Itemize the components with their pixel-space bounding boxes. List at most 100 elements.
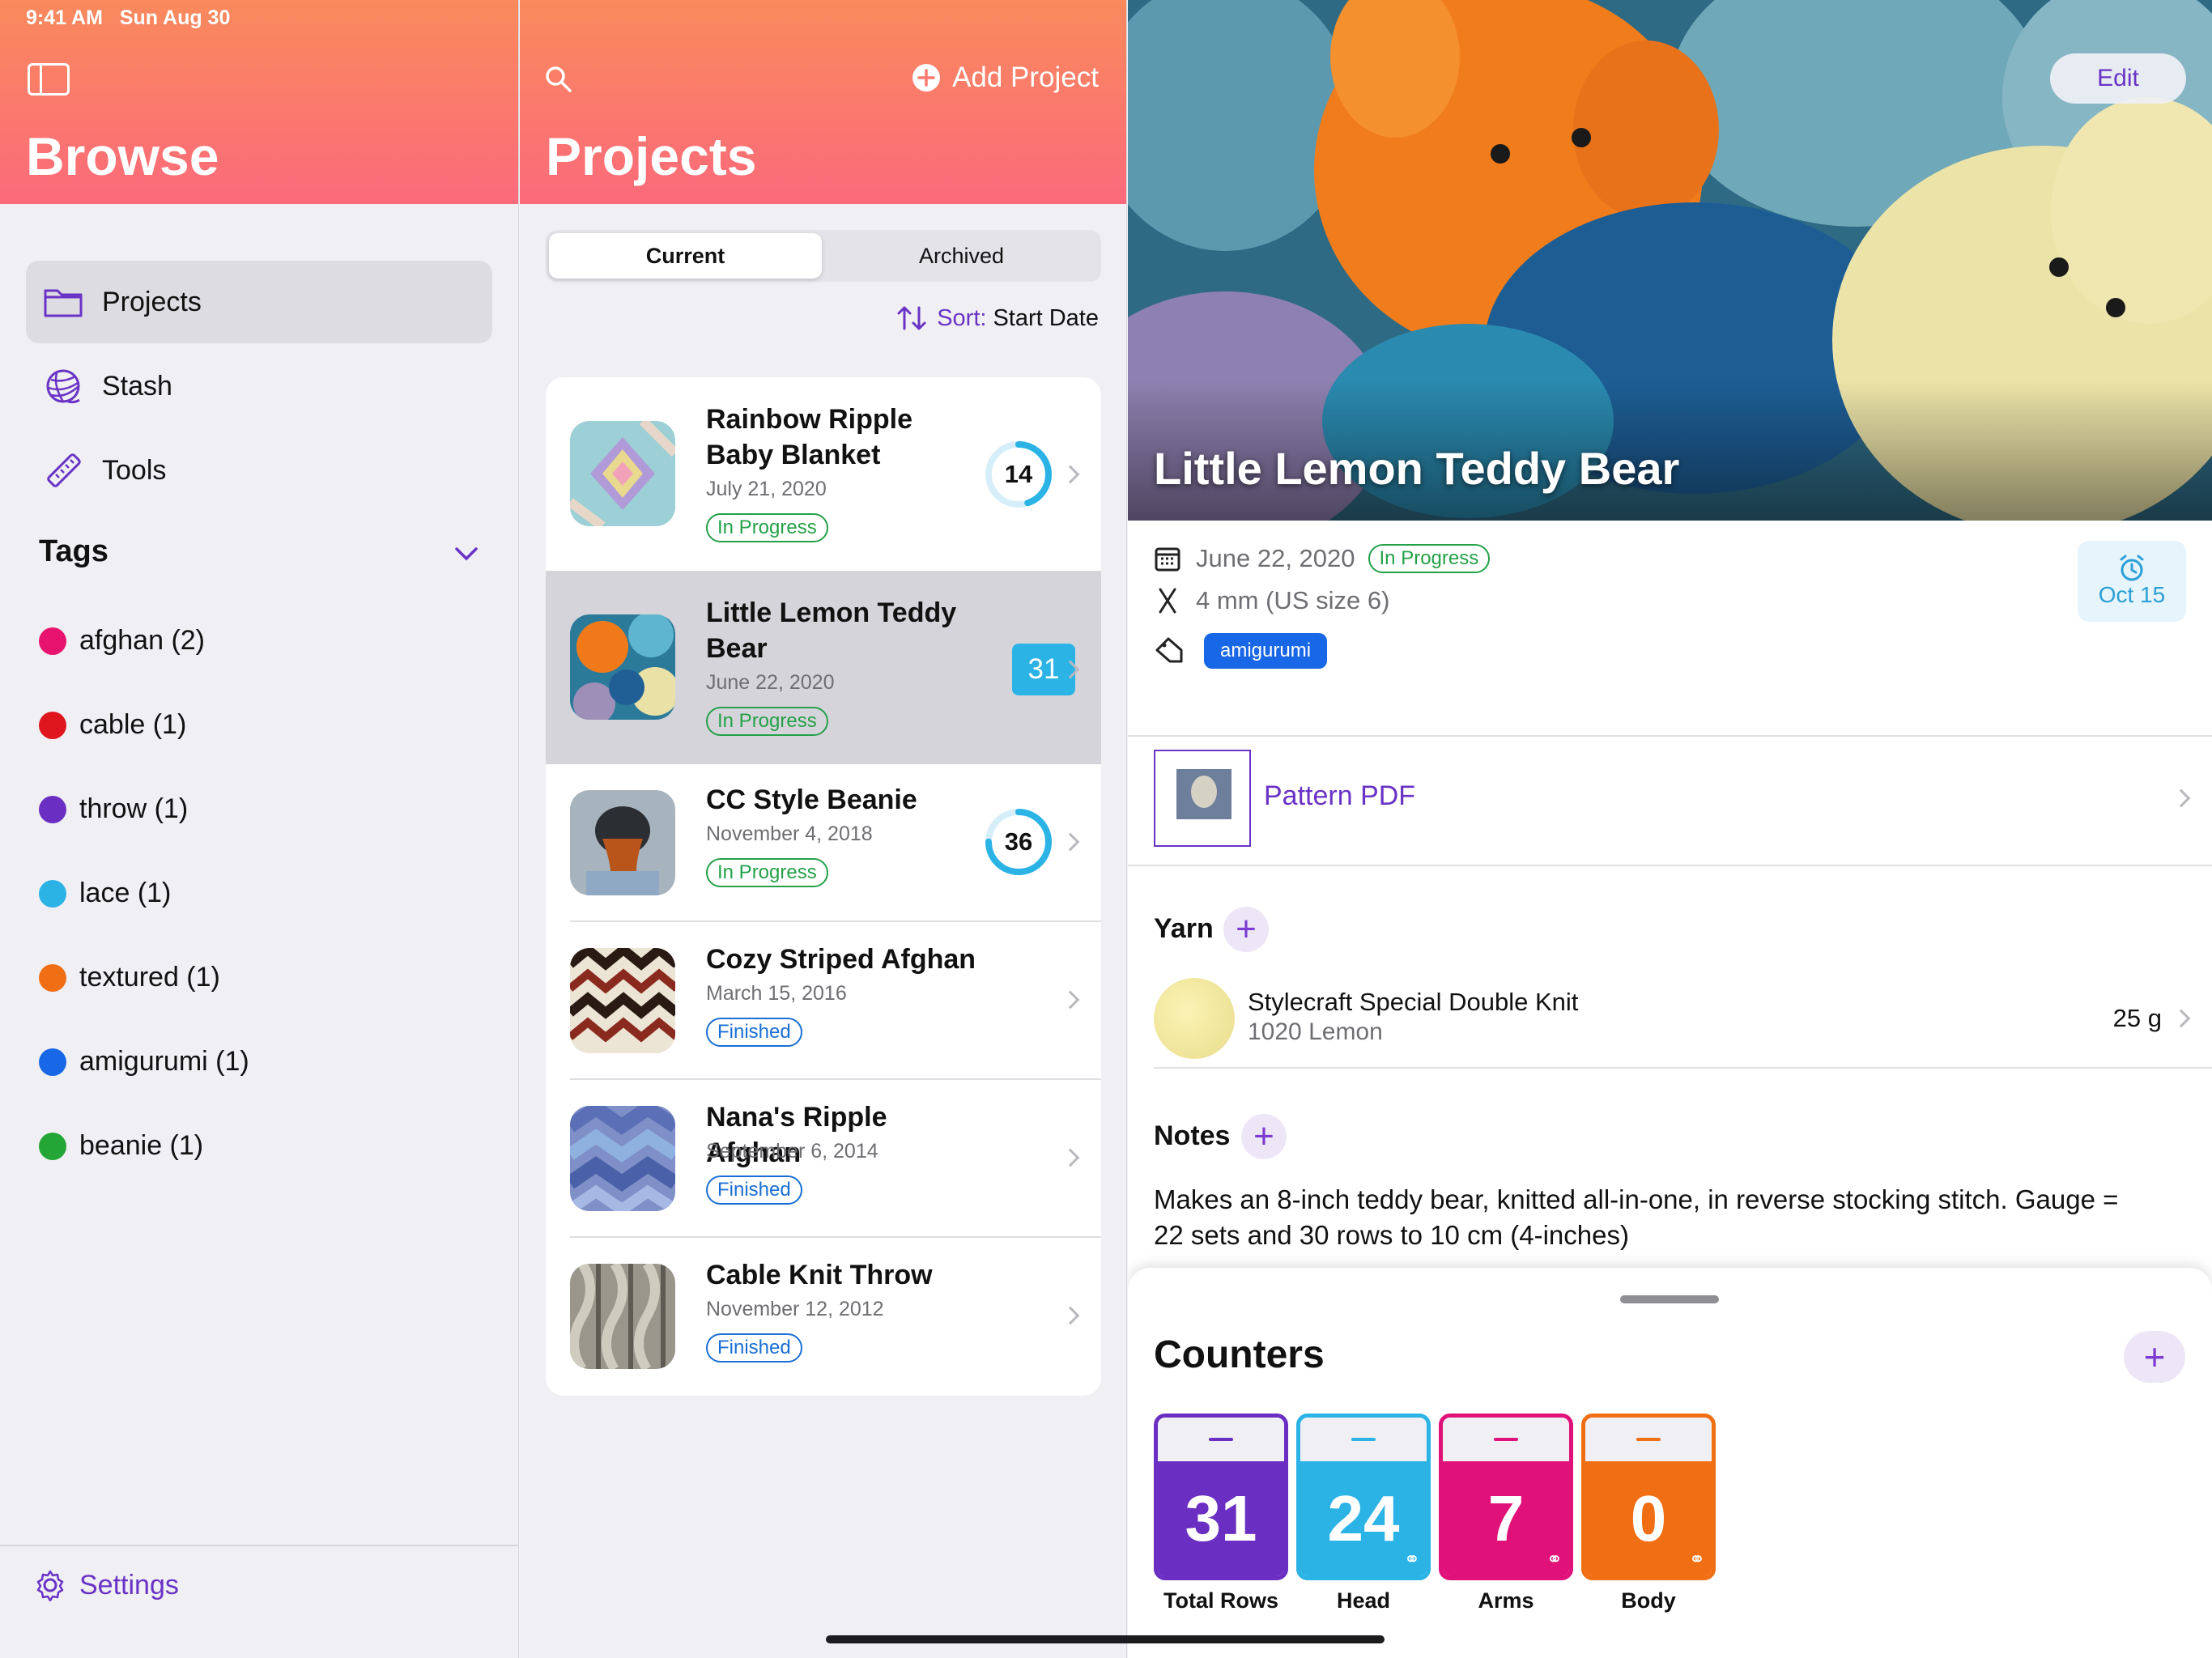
browse-title: Browse [26, 126, 219, 186]
sheet-grabber[interactable] [1620, 1295, 1719, 1303]
tag-color-dot [39, 795, 66, 823]
sidebar-item-label: Stash [102, 370, 172, 402]
decrement-button[interactable] [1443, 1418, 1569, 1461]
add-project-label: Add Project [952, 62, 1099, 93]
project-thumbnail [570, 790, 675, 895]
project-row-little-lemon[interactable]: Little Lemon Teddy Bear June 22, 2020 In… [546, 571, 1101, 764]
counter-value: 7 [1487, 1482, 1525, 1554]
project-row-nanas-ripple[interactable]: Nana's Ripple Afghan September 6, 2014 F… [546, 1080, 1101, 1238]
needle-row: 4 mm (US size 6) [1154, 586, 1389, 615]
tag-item-throw[interactable]: throw (1) [39, 793, 188, 825]
decrement-button[interactable] [1158, 1418, 1284, 1461]
counter-body[interactable]: 0 ⚭ [1581, 1414, 1716, 1580]
counter-label: Total Rows [1163, 1588, 1278, 1613]
project-row-cc-beanie[interactable]: CC Style Beanie November 4, 2018 In Prog… [546, 764, 1101, 922]
status-badge: In Progress [706, 707, 828, 736]
decrement-button[interactable] [1585, 1418, 1712, 1461]
project-row-rainbow-ripple[interactable]: Rainbow Ripple Baby Blanket July 21, 202… [546, 377, 1101, 571]
add-yarn-button[interactable]: + [1223, 907, 1269, 952]
tag-label: textured (1) [79, 962, 220, 993]
add-counter-button[interactable]: + [2124, 1331, 2185, 1383]
yarn-swatch [1154, 978, 1235, 1059]
tag-color-dot [39, 963, 66, 992]
yarn-name: Stylecraft Special Double Knit [1248, 988, 1579, 1016]
status-badge: In Progress [706, 513, 828, 542]
counter-value-box[interactable]: 24 ⚭ [1300, 1461, 1427, 1576]
project-thumbnail [570, 421, 675, 526]
counter-value-box[interactable]: 0 ⚭ [1585, 1461, 1712, 1576]
sort-button[interactable]: Sort: Start Date [896, 304, 1099, 332]
tag-item-cable[interactable]: cable (1) [39, 709, 186, 741]
chevron-right-icon [1061, 465, 1080, 484]
sidebar-item-projects[interactable]: Projects [26, 261, 492, 343]
counter-value: 0 [1630, 1482, 1667, 1554]
add-note-button[interactable]: + [1241, 1114, 1287, 1159]
project-row-cable-knit[interactable]: Cable Knit Throw November 12, 2012 Finis… [546, 1238, 1101, 1396]
ruler-icon [42, 449, 84, 491]
projects-column: Add Project Projects Current Archived So… [520, 0, 1127, 1658]
project-title: CC Style Beanie [706, 784, 917, 815]
counter-label: Body [1621, 1588, 1676, 1613]
chevron-right-icon [2172, 789, 2191, 808]
project-date: March 15, 2016 [706, 982, 847, 1005]
calendar-icon [1155, 547, 1180, 572]
project-title: Rainbow Ripple Baby Blanket [706, 404, 912, 470]
chevron-right-icon [1061, 1148, 1080, 1167]
counter-value-box[interactable]: 7 ⚭ [1443, 1461, 1569, 1576]
counter-head[interactable]: 24 ⚭ [1296, 1414, 1431, 1580]
counter-label: Head [1336, 1588, 1391, 1613]
decrement-button[interactable] [1300, 1418, 1427, 1461]
chevron-right-icon [2172, 1009, 2191, 1028]
reminder-button[interactable]: Oct 15 [2078, 541, 2186, 622]
counter-arms[interactable]: 7 ⚭ [1439, 1414, 1573, 1580]
project-row-cozy-striped[interactable]: Cozy Striped Afghan March 15, 2016 Finis… [546, 922, 1101, 1080]
pattern-pdf-row[interactable]: Pattern PDF [1128, 737, 2212, 865]
needles-icon [1159, 588, 1176, 614]
segment-current[interactable]: Current [549, 233, 822, 278]
sidebar-item-tools[interactable]: Tools [26, 429, 492, 512]
project-title: Little Lemon Teddy Bear [706, 597, 957, 664]
project-date: November 4, 2018 [706, 823, 873, 845]
counter-value[interactable]: 31 [1158, 1461, 1284, 1576]
chevron-right-icon [1061, 832, 1080, 852]
status-badge: In Progress [706, 858, 828, 887]
segment-archived[interactable]: Archived [825, 233, 1098, 278]
sidebar-toggle-icon[interactable] [28, 63, 70, 96]
tag-color-dot [39, 879, 66, 908]
sidebar-item-stash[interactable]: Stash [26, 345, 492, 427]
home-indicator [826, 1635, 1385, 1643]
chevron-right-icon [1061, 1306, 1080, 1325]
tag-label: lace (1) [79, 878, 172, 908]
search-icon[interactable] [544, 65, 573, 94]
sort-arrows-icon [897, 306, 926, 330]
yarn-row[interactable]: Stylecraft Special Double Knit 1020 Lemo… [1128, 971, 2212, 1065]
tag-item-afghan[interactable]: afghan (2) [39, 625, 205, 657]
counter-value: 24 [1327, 1482, 1400, 1554]
tags-row: amigurumi [1154, 633, 1328, 669]
settings-button[interactable]: Settings [34, 1569, 179, 1601]
tag-chip-amigurumi[interactable]: amigurumi [1204, 633, 1328, 669]
counters-sheet: Counters + 31 Total Rows 24 ⚭ Head 7 ⚭ Arm… [1128, 1268, 2212, 1658]
tag-label: amigurumi (1) [79, 1046, 249, 1077]
add-project-button[interactable]: Add Project [912, 62, 1099, 94]
notes-header: Notes [1154, 1120, 1231, 1151]
project-date: July 21, 2020 [706, 478, 827, 500]
edit-button[interactable]: Edit [2050, 53, 2186, 104]
alarm-clock-icon [2120, 555, 2144, 581]
tag-item-amigurumi[interactable]: amigurumi (1) [39, 1046, 249, 1078]
tag-item-textured[interactable]: textured (1) [39, 962, 220, 993]
tag-color-dot [39, 627, 66, 655]
tag-item-lace[interactable]: lace (1) [39, 878, 171, 909]
counter-total-rows[interactable]: 31 [1154, 1414, 1288, 1580]
chevron-right-icon [1061, 990, 1080, 1010]
counter-value: 36 [1004, 827, 1033, 856]
notes-text: Makes an 8-inch teddy bear, knitted all-… [1154, 1184, 2119, 1250]
project-detail-title: Little Lemon Teddy Bear [1154, 443, 1680, 494]
sidebar-item-label: Tools [102, 454, 167, 486]
tag-item-beanie[interactable]: beanie (1) [39, 1130, 203, 1162]
yarn-header: Yarn [1154, 913, 1214, 944]
tags-header: Tags [39, 534, 108, 568]
chevron-down-icon[interactable] [453, 546, 479, 562]
counter-label: Arms [1478, 1588, 1534, 1613]
status-date-text: Sun Aug 30 [119, 6, 231, 29]
